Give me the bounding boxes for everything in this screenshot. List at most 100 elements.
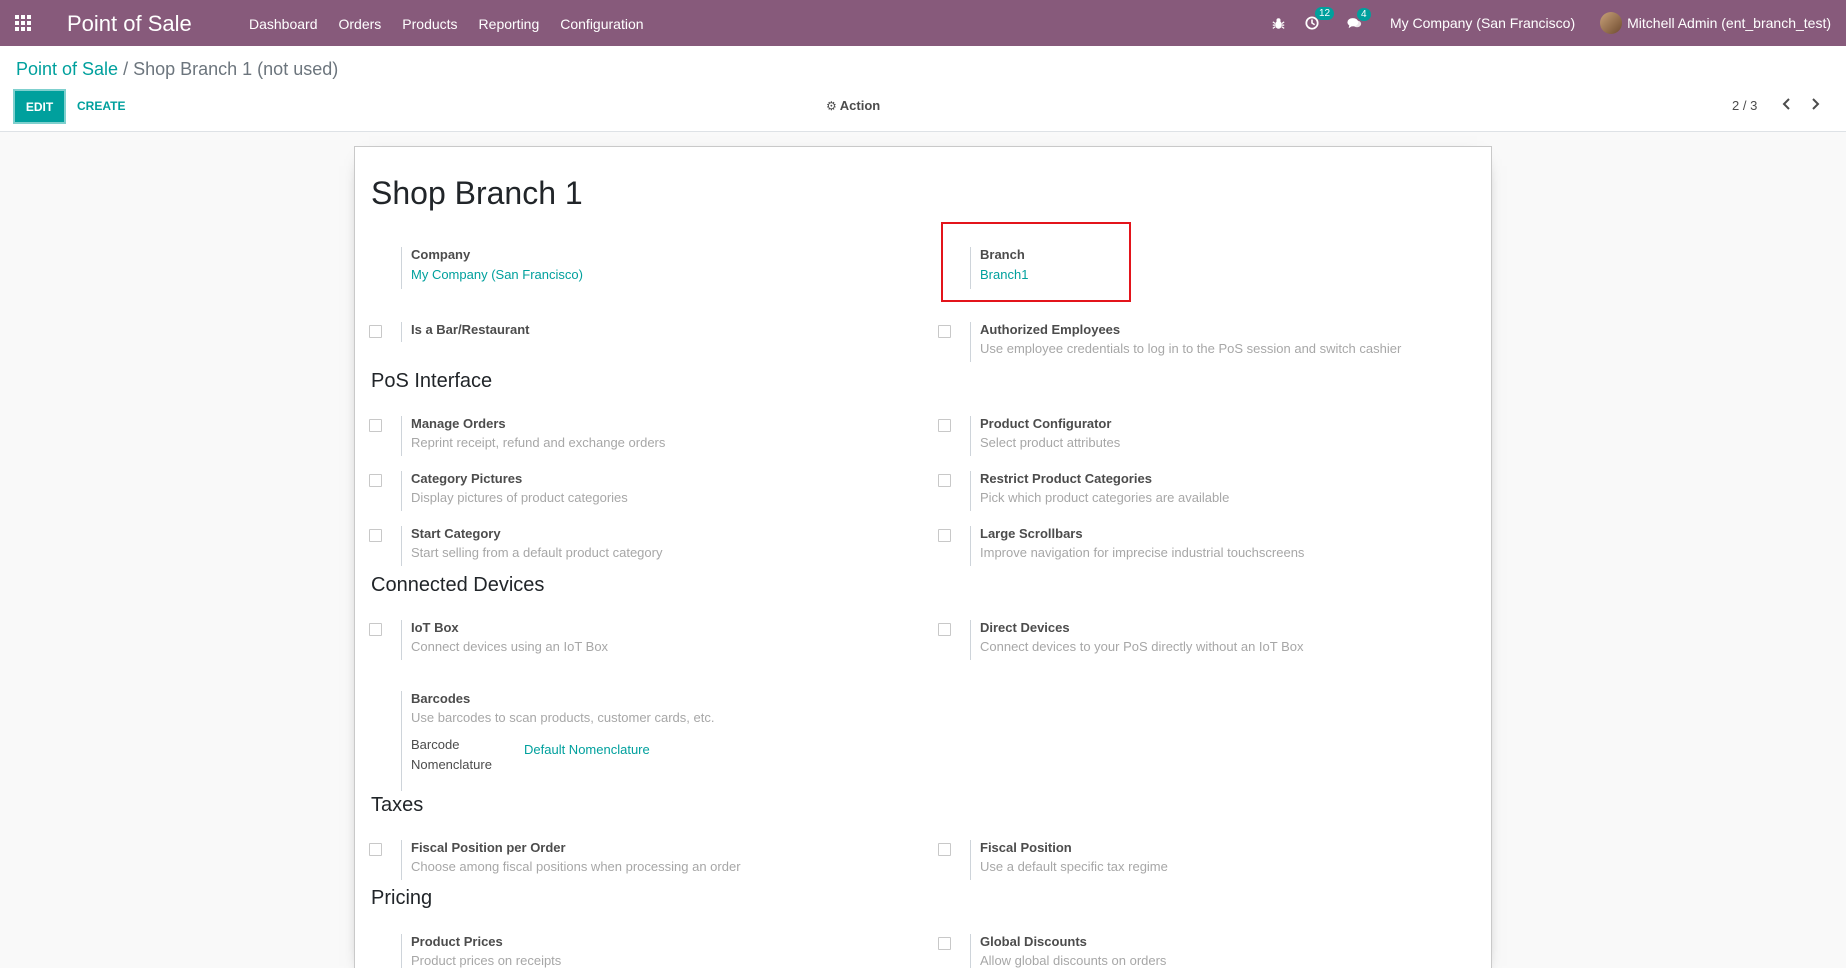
restrict-categories-desc: Pick which product categories are availa… — [980, 490, 1230, 505]
product-prices-desc: Product prices on receipts — [411, 953, 562, 968]
action-label: Action — [839, 98, 881, 113]
barcode-nomenclature-link[interactable]: Default Nomenclature — [524, 742, 650, 757]
large-scrollbars-label: Large Scrollbars — [980, 526, 1083, 541]
manage-orders-field: Manage Orders Reprint receipt, refund an… — [401, 416, 665, 456]
main-menu: Dashboard Orders Products Reporting Conf… — [249, 16, 665, 32]
gear-icon: ⚙ — [826, 98, 837, 113]
company-switcher[interactable]: My Company (San Francisco) — [1390, 15, 1575, 31]
fiscal-position-per-order-field: Fiscal Position per Order Choose among f… — [401, 840, 741, 880]
fiscal-position-per-order-checkbox[interactable] — [369, 843, 382, 856]
debug-bug-icon[interactable] — [1272, 17, 1285, 30]
menu-item-dashboard[interactable]: Dashboard — [249, 16, 318, 32]
manage-orders-label: Manage Orders — [411, 416, 506, 431]
barcodes-desc: Use barcodes to scan products, customer … — [411, 710, 715, 725]
iot-box-checkbox[interactable] — [369, 623, 382, 636]
user-menu[interactable]: Mitchell Admin (ent_branch_test) — [1600, 12, 1831, 34]
messages-chat-icon[interactable]: 4 — [1347, 7, 1371, 30]
branch-label: Branch — [980, 247, 1025, 262]
direct-devices-field: Direct Devices Connect devices to your P… — [970, 620, 1303, 660]
breadcrumb-current: Shop Branch 1 (not used) — [133, 59, 339, 79]
branch-value-link[interactable]: Branch1 — [980, 267, 1028, 282]
user-name: Mitchell Admin (ent_branch_test) — [1627, 15, 1831, 31]
iot-box-label: IoT Box — [411, 620, 459, 635]
menu-item-orders[interactable]: Orders — [339, 16, 382, 32]
section-pricing: Pricing — [371, 887, 433, 909]
direct-devices-desc: Connect devices to your PoS directly wit… — [980, 639, 1304, 654]
product-configurator-field: Product Configurator Select product attr… — [970, 416, 1120, 456]
start-category-field: Start Category Start selling from a defa… — [401, 526, 662, 566]
category-pictures-checkbox[interactable] — [369, 474, 382, 487]
fiscal-position-per-order-label: Fiscal Position per Order — [411, 840, 566, 855]
category-pictures-field: Category Pictures Display pictures of pr… — [401, 471, 628, 511]
product-prices-label: Product Prices — [411, 934, 503, 949]
product-prices-field: Product Prices Product prices on receipt… — [401, 934, 561, 968]
iot-box-desc: Connect devices using an IoT Box — [411, 639, 609, 654]
section-taxes: Taxes — [371, 794, 424, 816]
barcode-nomenclature-label-line2: Nomenclature — [411, 757, 492, 772]
start-category-label: Start Category — [411, 526, 501, 541]
start-category-checkbox[interactable] — [369, 529, 382, 542]
direct-devices-checkbox[interactable] — [938, 623, 951, 636]
global-discounts-label: Global Discounts — [980, 934, 1087, 949]
global-discounts-field: Global Discounts Allow global discounts … — [970, 934, 1166, 968]
fiscal-position-desc: Use a default specific tax regime — [980, 859, 1168, 874]
fiscal-position-label: Fiscal Position — [980, 840, 1072, 855]
product-configurator-checkbox[interactable] — [938, 419, 951, 432]
is-bar-label: Is a Bar/Restaurant — [411, 322, 530, 337]
authorized-employees-field: Authorized Employees Use employee creden… — [970, 322, 1401, 362]
create-button[interactable]: CREATE — [77, 99, 125, 113]
menu-item-reporting[interactable]: Reporting — [479, 16, 540, 32]
company-label: Company — [411, 247, 471, 262]
record-title: Shop Branch 1 — [371, 175, 583, 211]
app-brand[interactable]: Point of Sale — [67, 11, 192, 37]
authorized-employees-desc: Use employee credentials to log in to th… — [980, 341, 1402, 356]
restrict-categories-checkbox[interactable] — [938, 474, 951, 487]
large-scrollbars-checkbox[interactable] — [938, 529, 951, 542]
top-navbar: Point of Sale Dashboard Orders Products … — [0, 0, 1846, 46]
menu-item-configuration[interactable]: Configuration — [560, 16, 643, 32]
systray: 12 4 My Company (San Francisco) Mitchell… — [1272, 0, 1846, 46]
pager-next-icon[interactable] — [1805, 94, 1825, 114]
manage-orders-checkbox[interactable] — [369, 419, 382, 432]
restrict-categories-label: Restrict Product Categories — [980, 471, 1152, 486]
barcodes-label: Barcodes — [411, 691, 471, 706]
global-discounts-checkbox[interactable] — [938, 937, 951, 950]
breadcrumb-parent[interactable]: Point of Sale — [16, 59, 118, 79]
branch-field: Branch Branch1 — [970, 247, 1028, 289]
manage-orders-desc: Reprint receipt, refund and exchange ord… — [411, 435, 666, 450]
restrict-categories-field: Restrict Product Categories Pick which p… — [970, 471, 1229, 511]
section-pos-interface: PoS Interface — [371, 370, 493, 392]
breadcrumb-separator: / — [123, 59, 129, 79]
activity-clock-icon[interactable]: 12 — [1305, 7, 1335, 30]
breadcrumb: Point of Sale / Shop Branch 1 (not used) — [16, 59, 338, 80]
product-configurator-label: Product Configurator — [980, 416, 1112, 431]
authorized-employees-checkbox[interactable] — [938, 325, 951, 338]
large-scrollbars-desc: Improve navigation for imprecise industr… — [980, 545, 1305, 560]
message-count-badge: 4 — [1356, 7, 1371, 21]
action-dropdown[interactable]: ⚙ Action — [826, 98, 880, 113]
is-bar-checkbox[interactable] — [369, 325, 382, 338]
product-configurator-desc: Select product attributes — [980, 435, 1121, 450]
fiscal-position-per-order-desc: Choose among fiscal positions when proce… — [411, 859, 741, 874]
pager-previous-icon[interactable] — [1777, 94, 1797, 114]
company-value-link[interactable]: My Company (San Francisco) — [411, 267, 583, 282]
direct-devices-label: Direct Devices — [980, 620, 1070, 635]
fiscal-position-checkbox[interactable] — [938, 843, 951, 856]
section-connected-devices: Connected Devices — [371, 574, 545, 596]
barcodes-field: Barcodes Use barcodes to scan products, … — [401, 691, 801, 791]
edit-button[interactable]: EDIT — [15, 91, 64, 122]
authorized-employees-label: Authorized Employees — [980, 322, 1121, 337]
company-field: Company My Company (San Francisco) — [401, 247, 583, 289]
menu-item-products[interactable]: Products — [402, 16, 457, 32]
is-bar-field: Is a Bar/Restaurant — [401, 322, 530, 342]
form-sheet: Shop Branch 1 Company My Company (San Fr… — [354, 146, 1492, 968]
user-avatar — [1600, 12, 1623, 34]
pager-value[interactable]: 2 / 3 — [1732, 98, 1757, 113]
category-pictures-desc: Display pictures of product categories — [411, 490, 628, 505]
iot-box-field: IoT Box Connect devices using an IoT Box — [401, 620, 608, 660]
global-discounts-desc: Allow global discounts on orders — [980, 953, 1167, 968]
activity-count-badge: 12 — [1314, 7, 1335, 20]
large-scrollbars-field: Large Scrollbars Improve navigation for … — [970, 526, 1304, 566]
apps-menu-icon[interactable] — [15, 15, 33, 31]
fiscal-position-field: Fiscal Position Use a default specific t… — [970, 840, 1168, 880]
